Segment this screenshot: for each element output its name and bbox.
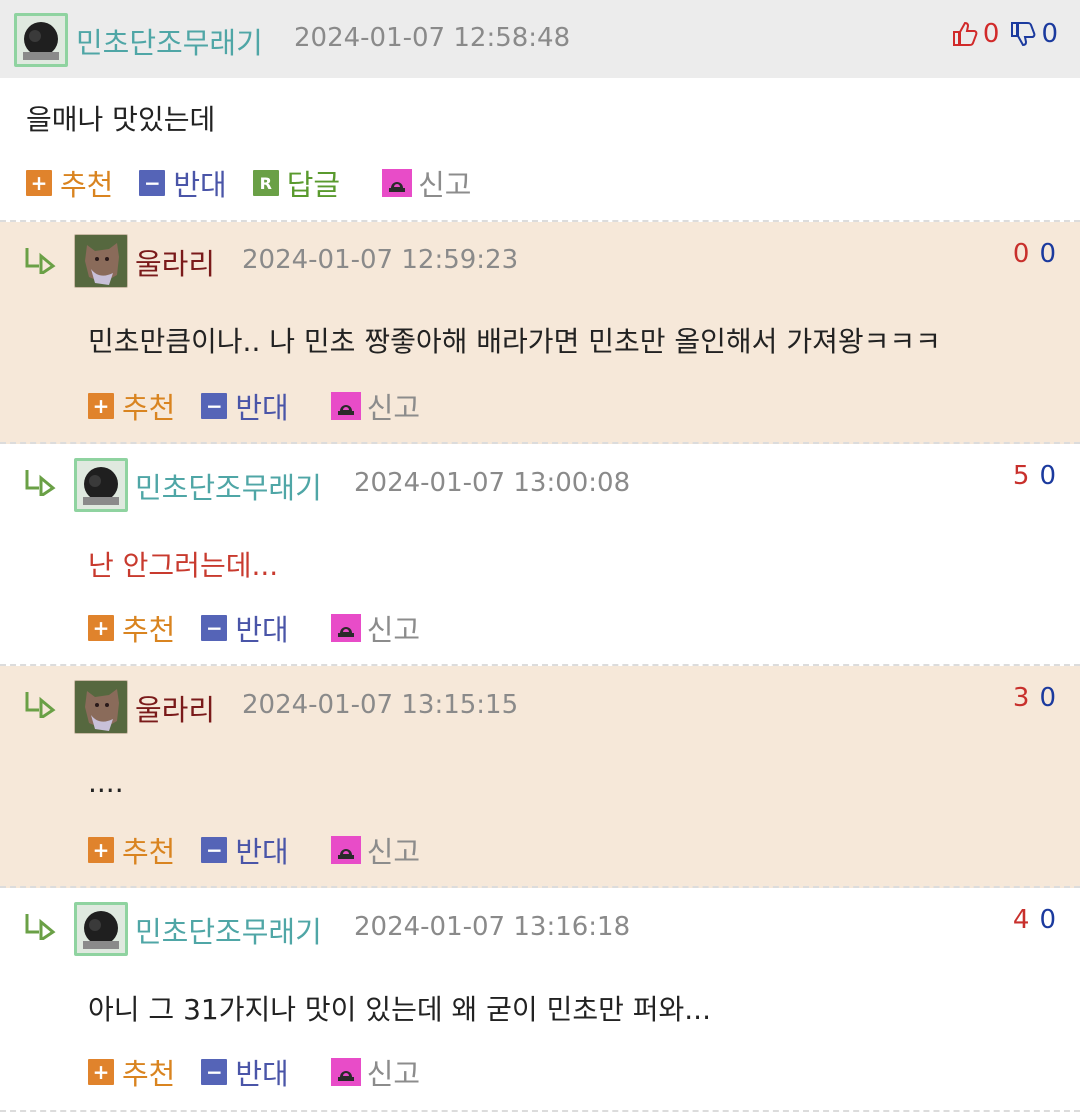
timestamp: 2024-01-07 12:58:48 [294,23,571,53]
minus-icon: − [201,615,228,641]
report-button[interactable]: 신고 [330,607,420,649]
vote-counts: 0 0 [951,16,1058,52]
report-button[interactable]: 신고 [330,1051,420,1093]
reply-comment: 민초단조무래기 2024-01-07 13:00:08 5 0 난 안그러는데.… [0,444,1080,666]
comment-actions: + 추천 − 반대 신고 [88,830,446,870]
user-avatar[interactable] [14,13,68,67]
reply-arrow-icon [25,248,56,274]
timestamp: 2024-01-07 13:00:08 [354,468,631,498]
report-button[interactable]: 신고 [330,829,420,871]
vote-counts: 3 0 [1013,683,1056,713]
downvote-count: 0 [1039,683,1056,713]
report-button[interactable]: 신고 [330,385,420,427]
reply-comment: 울라리 2024-01-07 12:59:23 0 0 민초만큼이나.. 나 민… [0,222,1080,444]
comment-header: 민초단조무래기 2024-01-07 12:58:48 0 0 [0,0,1080,78]
upvote-count: 4 [1012,905,1030,935]
oppose-button[interactable]: − 반대 [201,607,289,649]
siren-icon [330,1058,361,1086]
timestamp: 2024-01-07 13:15:15 [242,690,519,720]
nickname[interactable]: 민초단조무래기 [135,909,322,951]
user-avatar[interactable] [74,458,128,512]
comment-text: .... [88,766,124,799]
reply-arrow-icon [25,470,56,496]
comment-actions: + 추천 − 반대 신고 [88,608,446,648]
plus-icon: + [88,1059,114,1085]
minus-icon: − [201,393,228,419]
reply-button[interactable]: R 답글 [252,162,340,204]
downvote-count: 0 [1041,19,1058,49]
downvote-count: 0 [1039,461,1056,491]
siren-icon [330,836,361,864]
oppose-button[interactable]: − 반대 [139,162,227,204]
reply-icon: R [252,170,279,196]
comment-actions: + 추천 − 반대 신고 [88,1052,446,1092]
siren-icon [330,614,361,642]
nickname[interactable]: 민초단조무래기 [76,20,263,62]
user-avatar[interactable] [74,680,128,734]
minus-icon: − [201,1059,228,1085]
recommend-button[interactable]: + 추천 [88,829,175,871]
report-button[interactable]: 신고 [382,162,472,204]
plus-icon: + [88,393,114,419]
vote-counts: 5 0 [1013,461,1056,491]
vote-counts: 0 0 [1013,239,1056,269]
reply-arrow-icon [25,692,56,718]
plus-icon: + [26,170,52,196]
timestamp: 2024-01-07 13:16:18 [354,912,631,942]
upvote-count: 3 [1012,683,1030,713]
vote-counts: 4 0 [1013,905,1056,935]
downvote-count: 0 [1039,239,1056,269]
comment-text: 난 안그러는데... [88,549,279,582]
user-avatar[interactable] [74,902,128,956]
oppose-button[interactable]: − 반대 [201,829,289,871]
recommend-button[interactable]: + 추천 [88,607,175,649]
minus-icon: − [201,837,228,863]
user-avatar[interactable] [74,234,128,288]
recommend-button[interactable]: + 추천 [26,162,113,204]
comment-actions: + 추천 − 반대 신고 [88,386,446,426]
nickname[interactable]: 울라리 [135,687,215,729]
comment-text: 아니 그 31가지나 맛이 있는데 왜 굳이 민초만 퍼와... [88,993,711,1026]
downvote-count: 0 [1039,905,1056,935]
oppose-button[interactable]: − 반대 [201,385,289,427]
thumbs-up-icon[interactable] [951,20,979,48]
comment-actions: + 추천 − 반대 R 답글 신고 [26,163,498,203]
reply-comment: 울라리 2024-01-07 13:15:15 3 0 .... + 추천 − 반대… [0,666,1080,888]
reply-arrow-icon [25,914,56,940]
upvote-count: 5 [1012,461,1030,491]
oppose-button[interactable]: − 반대 [201,1051,289,1093]
upvote-count: 0 [1012,239,1030,269]
upvote-count: 0 [982,19,1000,49]
reply-comment: 민초단조무래기 2024-01-07 13:16:18 4 0 아니 그 31가… [0,888,1080,1112]
nickname[interactable]: 울라리 [135,241,215,283]
recommend-button[interactable]: + 추천 [88,1051,175,1093]
plus-icon: + [88,837,114,863]
timestamp: 2024-01-07 12:59:23 [242,245,519,275]
nickname[interactable]: 민초단조무래기 [135,465,322,507]
comment-text: 을매나 맛있는데 [26,103,216,136]
siren-icon [382,169,413,197]
siren-icon [330,392,361,420]
comment-root: 민초단조무래기 2024-01-07 12:58:48 0 0 을매나 맛있는데… [0,0,1080,222]
thumbs-down-icon[interactable] [1009,20,1037,48]
minus-icon: − [139,170,166,196]
comment-text: 민초만큼이나.. 나 민초 짱좋아해 배라가면 민초만 올인해서 가져왕ㅋㅋㅋ [88,325,941,358]
plus-icon: + [88,615,114,641]
recommend-button[interactable]: + 추천 [88,385,175,427]
